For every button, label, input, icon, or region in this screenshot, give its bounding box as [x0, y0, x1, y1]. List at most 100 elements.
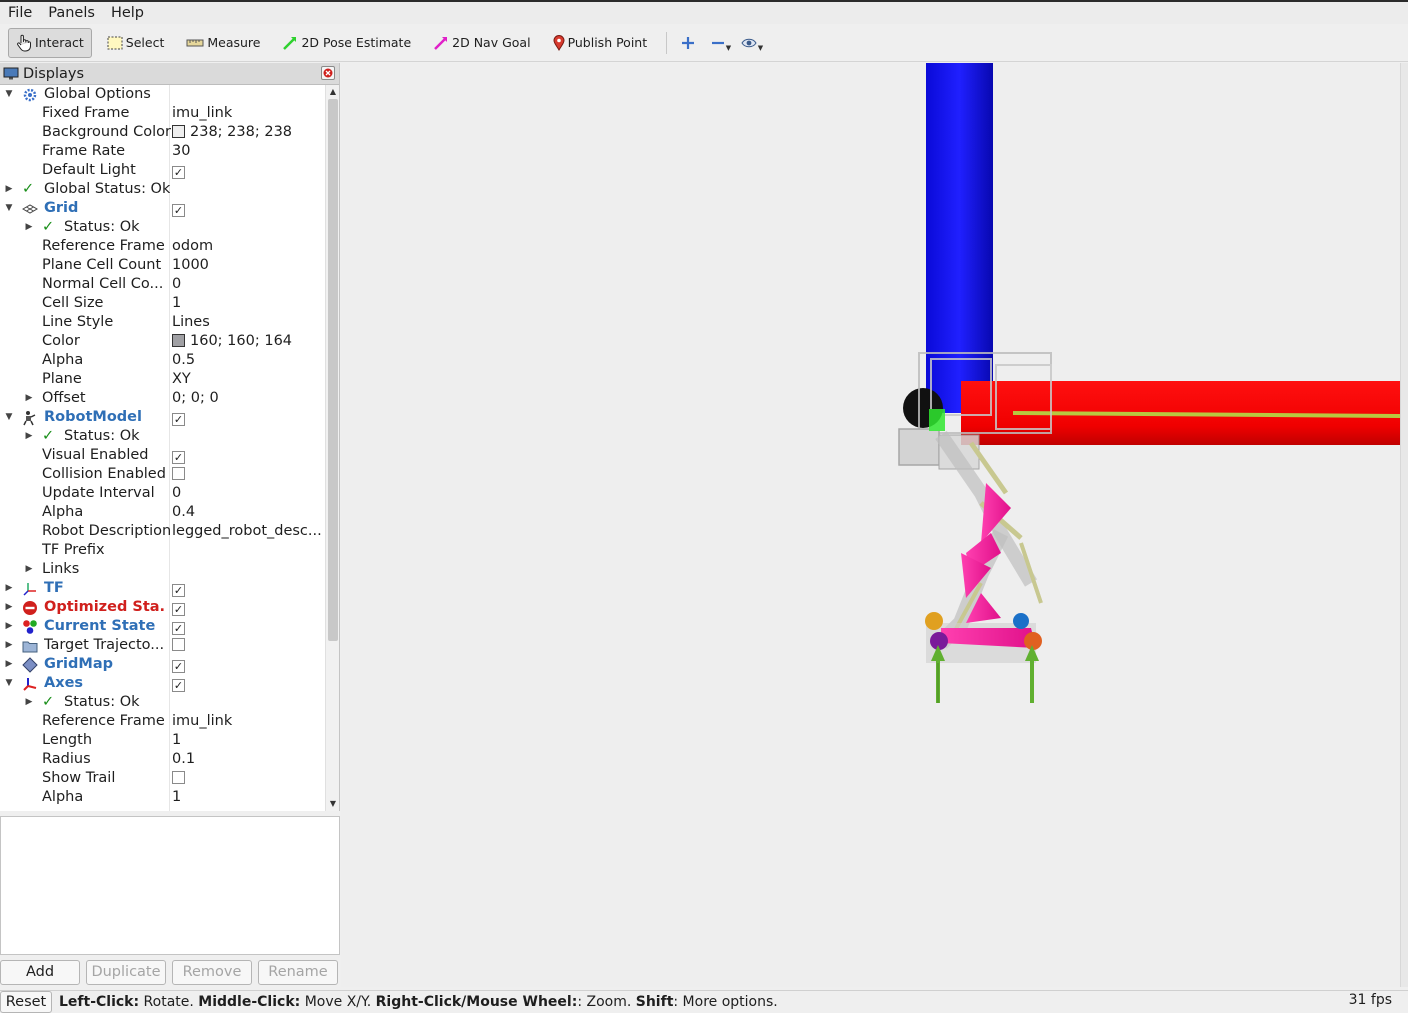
add-tool-button[interactable] — [675, 28, 701, 58]
collapsed-arrow-icon[interactable]: ▶ — [4, 579, 14, 598]
tree-row-show-trail[interactable]: Show Trail — [0, 769, 326, 788]
duplicate-button[interactable]: Duplicate — [86, 960, 166, 985]
collapsed-arrow-icon[interactable]: ▶ — [4, 180, 14, 199]
tree-row-optimized-state[interactable]: ▶ Optimized Sta... ✓ — [0, 598, 326, 617]
tree-row-target-trajectories[interactable]: ▶ Target Trajecto... — [0, 636, 326, 655]
tree-row-offset[interactable]: ▶ Offset 0; 0; 0 — [0, 389, 326, 408]
tree-row-normal-cell-count[interactable]: Normal Cell Co... 0 — [0, 275, 326, 294]
reset-button[interactable]: Reset — [0, 991, 52, 1013]
collapsed-arrow-icon[interactable]: ▶ — [4, 655, 14, 674]
visual-enabled-checkbox[interactable]: ✓ — [172, 451, 185, 464]
robot-model-checkbox[interactable]: ✓ — [172, 413, 185, 426]
tree-row-default-light[interactable]: Default Light ✓ — [0, 161, 326, 180]
axes-checkbox[interactable]: ✓ — [172, 679, 185, 692]
length-value[interactable]: 1 — [172, 731, 322, 750]
tree-row-grid-alpha[interactable]: Alpha 0.5 — [0, 351, 326, 370]
collapsed-arrow-icon[interactable]: ▶ — [24, 218, 34, 237]
tree-row-background-color[interactable]: Background Color 238; 238; 238 — [0, 123, 326, 142]
normal-cell-count-value[interactable]: 0 — [172, 275, 322, 294]
expanded-arrow-icon[interactable]: ▼ — [4, 85, 14, 104]
tree-row-cell-size[interactable]: Cell Size 1 — [0, 294, 326, 313]
tree-row-plane-cell-count[interactable]: Plane Cell Count 1000 — [0, 256, 326, 275]
collapsed-arrow-icon[interactable]: ▶ — [24, 693, 34, 712]
tree-row-robot-model[interactable]: ▼ RobotModel ✓ — [0, 408, 326, 427]
tree-row-collision-enabled[interactable]: Collision Enabled — [0, 465, 326, 484]
tree-row-tf-prefix[interactable]: TF Prefix — [0, 541, 326, 560]
tree-row-gridmap[interactable]: ▶ GridMap ✓ — [0, 655, 326, 674]
menu-panels[interactable]: Panels — [40, 3, 103, 23]
displays-scrollbar[interactable]: ▲ ▼ — [325, 85, 339, 811]
interact-tool-button[interactable]: Interact — [8, 27, 92, 58]
background-color-value[interactable]: 238; 238; 238 — [172, 123, 322, 142]
publish-point-tool-button[interactable]: Publish Point — [546, 28, 655, 58]
render-viewport[interactable] — [341, 63, 1400, 987]
scroll-up-icon[interactable]: ▲ — [326, 85, 340, 99]
grid-alpha-value[interactable]: 0.5 — [172, 351, 322, 370]
remove-button[interactable]: Remove — [172, 960, 252, 985]
nav-goal-tool-button[interactable]: 2D Nav Goal — [426, 28, 537, 58]
remove-tool-button[interactable]: ▼ — [705, 28, 731, 58]
reference-frame-value[interactable]: odom — [172, 237, 322, 256]
tree-row-robot-description[interactable]: Robot Description legged_robot_desc... — [0, 522, 326, 541]
tree-row-axes[interactable]: ▼ Axes ✓ — [0, 674, 326, 693]
tree-row-axes-alpha[interactable]: Alpha 1 — [0, 788, 326, 807]
rename-button[interactable]: Rename — [258, 960, 338, 985]
tree-row-robot-model-status[interactable]: ▶ ✓ Status: Ok — [0, 427, 326, 446]
optimized-state-checkbox[interactable]: ✓ — [172, 603, 185, 616]
tree-row-grid-color[interactable]: Color 160; 160; 164 — [0, 332, 326, 351]
tree-row-plane[interactable]: Plane XY — [0, 370, 326, 389]
tree-row-visual-enabled[interactable]: Visual Enabled ✓ — [0, 446, 326, 465]
target-trajectories-checkbox[interactable] — [172, 638, 185, 651]
default-light-checkbox[interactable]: ✓ — [172, 166, 185, 179]
cell-size-value[interactable]: 1 — [172, 294, 322, 313]
tree-row-global-status[interactable]: ▶ ✓ Global Status: Ok — [0, 180, 326, 199]
tree-row-tf[interactable]: ▶ TF ✓ — [0, 579, 326, 598]
tree-row-grid-status[interactable]: ▶ ✓ Status: Ok — [0, 218, 326, 237]
collision-enabled-checkbox[interactable] — [172, 467, 185, 480]
fixed-frame-value[interactable]: imu_link — [172, 104, 322, 123]
update-interval-value[interactable]: 0 — [172, 484, 322, 503]
scrollbar-thumb[interactable] — [328, 99, 338, 641]
select-tool-button[interactable]: Select — [100, 28, 172, 58]
robot-description-value[interactable]: legged_robot_desc... — [172, 522, 322, 541]
tree-row-fixed-frame[interactable]: Fixed Frame imu_link — [0, 104, 326, 123]
line-style-value[interactable]: Lines — [172, 313, 322, 332]
scroll-down-icon[interactable]: ▼ — [326, 797, 340, 811]
current-state-checkbox[interactable]: ✓ — [172, 622, 185, 635]
grid-color-value[interactable]: 160; 160; 164 — [172, 332, 322, 351]
collapsed-arrow-icon[interactable]: ▶ — [24, 560, 34, 579]
tree-row-radius[interactable]: Radius 0.1 — [0, 750, 326, 769]
show-trail-checkbox[interactable] — [172, 771, 185, 784]
axes-alpha-value[interactable]: 1 — [172, 788, 322, 807]
tf-checkbox[interactable]: ✓ — [172, 584, 185, 597]
robot-alpha-value[interactable]: 0.4 — [172, 503, 322, 522]
expanded-arrow-icon[interactable]: ▼ — [4, 199, 14, 218]
expanded-arrow-icon[interactable]: ▼ — [4, 674, 14, 693]
measure-tool-button[interactable]: Measure — [179, 28, 267, 58]
menu-help[interactable]: Help — [103, 3, 152, 23]
close-panel-button[interactable] — [321, 66, 335, 80]
tree-row-frame-rate[interactable]: Frame Rate 30 — [0, 142, 326, 161]
menu-file[interactable]: File — [0, 3, 40, 23]
tree-row-links[interactable]: ▶ Links — [0, 560, 326, 579]
collapsed-arrow-icon[interactable]: ▶ — [24, 389, 34, 408]
tree-row-robot-alpha[interactable]: Alpha 0.4 — [0, 503, 326, 522]
collapsed-arrow-icon[interactable]: ▶ — [4, 598, 14, 617]
pose-estimate-tool-button[interactable]: 2D Pose Estimate — [275, 28, 418, 58]
add-button[interactable]: Add — [0, 960, 80, 985]
collapsed-arrow-icon[interactable]: ▶ — [4, 636, 14, 655]
tree-row-line-style[interactable]: Line Style Lines — [0, 313, 326, 332]
offset-value[interactable]: 0; 0; 0 — [172, 389, 322, 408]
frame-rate-value[interactable]: 30 — [172, 142, 322, 161]
tree-row-current-state[interactable]: ▶ Current State ✓ — [0, 617, 326, 636]
tree-row-update-interval[interactable]: Update Interval 0 — [0, 484, 326, 503]
gridmap-checkbox[interactable]: ✓ — [172, 660, 185, 673]
tree-row-grid[interactable]: ▼ Grid ✓ — [0, 199, 326, 218]
plane-cell-count-value[interactable]: 1000 — [172, 256, 322, 275]
radius-value[interactable]: 0.1 — [172, 750, 322, 769]
tree-row-axes-reference-frame[interactable]: Reference Frame imu_link — [0, 712, 326, 731]
collapsed-arrow-icon[interactable]: ▶ — [24, 427, 34, 446]
view-options-button[interactable]: ▼ — [735, 28, 763, 58]
grid-checkbox[interactable]: ✓ — [172, 204, 185, 217]
collapsed-arrow-icon[interactable]: ▶ — [4, 617, 14, 636]
